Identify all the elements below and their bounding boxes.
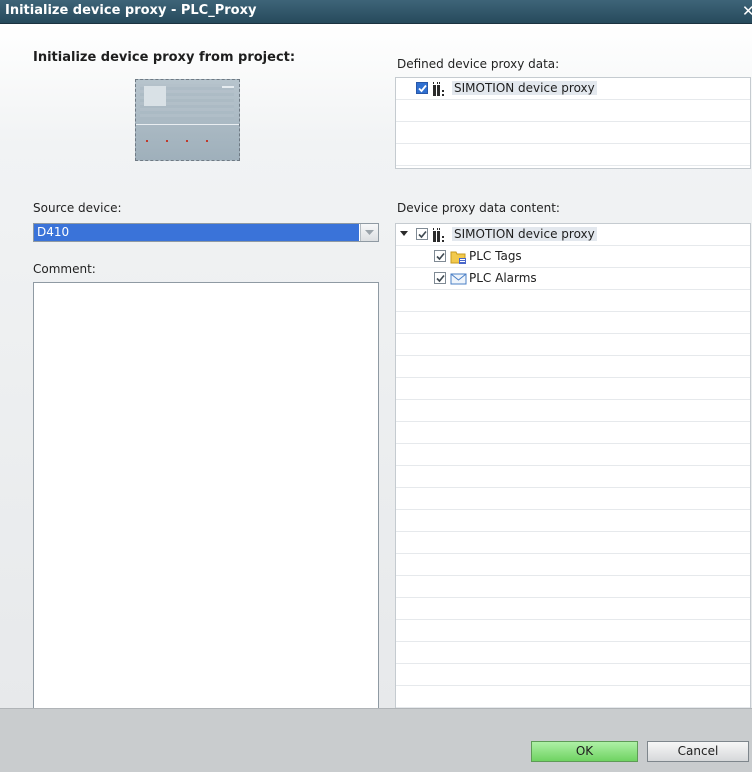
tree-node-plc-tags[interactable]: PLC Tags bbox=[396, 247, 750, 268]
source-device-dropdown[interactable]: D410 bbox=[33, 223, 379, 242]
defined-proxy-data-list[interactable]: SIMOTION device proxy bbox=[395, 77, 751, 169]
dialog-title: Initialize device proxy - PLC_Proxy bbox=[5, 3, 257, 18]
defined-proxy-data-label: Defined device proxy data: bbox=[397, 57, 560, 71]
cancel-button[interactable]: Cancel bbox=[647, 741, 749, 762]
device-proxy-icon bbox=[433, 228, 444, 242]
checkmark-icon bbox=[418, 84, 427, 93]
chevron-down-icon bbox=[365, 230, 374, 235]
tree-node-root[interactable]: SIMOTION device proxy bbox=[396, 225, 750, 246]
expand-arrow-icon[interactable] bbox=[400, 230, 408, 238]
checkmark-icon bbox=[436, 252, 445, 261]
source-device-label: Source device: bbox=[33, 201, 122, 215]
checkmark-icon bbox=[436, 274, 445, 283]
list-item[interactable]: SIMOTION device proxy bbox=[396, 79, 750, 100]
defined-item-label: SIMOTION device proxy bbox=[452, 81, 597, 95]
dialog-footer bbox=[0, 708, 752, 772]
device-preview-image bbox=[135, 79, 240, 161]
init-from-project-heading: Initialize device proxy from project: bbox=[33, 50, 296, 65]
device-image-led bbox=[206, 140, 208, 142]
tree-node-label: PLC Alarms bbox=[469, 271, 537, 285]
device-image-led bbox=[146, 140, 148, 142]
title-bar[interactable]: Initialize device proxy - PLC_Proxy ✕ bbox=[0, 0, 752, 24]
device-image-divider bbox=[136, 124, 239, 125]
plc-alarms-checkbox[interactable] bbox=[434, 272, 446, 284]
ok-button[interactable]: OK bbox=[531, 741, 638, 762]
proxy-data-content-label: Device proxy data content: bbox=[397, 201, 560, 215]
root-checkbox[interactable] bbox=[416, 228, 428, 240]
device-image-led bbox=[186, 140, 188, 142]
comment-textarea[interactable] bbox=[33, 282, 379, 709]
source-device-value: D410 bbox=[34, 224, 359, 241]
dropdown-arrow-button[interactable] bbox=[360, 224, 378, 241]
close-icon[interactable]: ✕ bbox=[742, 2, 752, 20]
initialize-device-proxy-dialog: Initialize device proxy - PLC_Proxy ✕ In… bbox=[0, 0, 752, 772]
device-image-slot bbox=[222, 86, 234, 88]
tree-node-plc-alarms[interactable]: PLC Alarms bbox=[396, 269, 750, 290]
device-image-module bbox=[144, 86, 166, 106]
comment-label: Comment: bbox=[33, 262, 96, 276]
device-proxy-icon bbox=[433, 82, 444, 96]
checkmark-icon bbox=[418, 230, 427, 239]
envelope-icon bbox=[450, 273, 467, 285]
folder-tags-icon bbox=[450, 251, 466, 264]
proxy-data-content-tree[interactable]: SIMOTION device proxy PLC Tags PLC Alarm… bbox=[395, 223, 751, 710]
plc-tags-checkbox[interactable] bbox=[434, 250, 446, 262]
tree-node-label: PLC Tags bbox=[469, 249, 522, 263]
tree-node-label: SIMOTION device proxy bbox=[452, 227, 597, 241]
defined-item-checkbox[interactable] bbox=[416, 82, 428, 94]
device-image-led bbox=[166, 140, 168, 142]
